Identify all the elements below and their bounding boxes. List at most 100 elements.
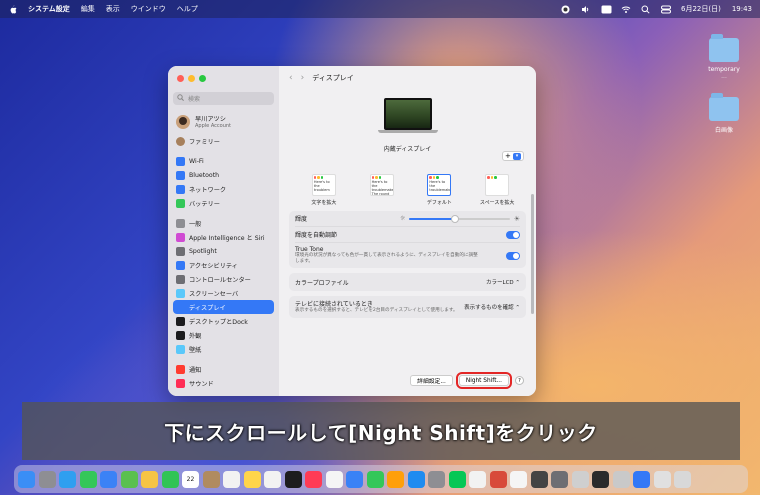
- menu-time[interactable]: 19:43: [732, 5, 752, 13]
- sidebar-item-label: Wi-Fi: [189, 157, 204, 165]
- contacts-icon[interactable]: [202, 470, 220, 488]
- app-c-icon[interactable]: [510, 470, 527, 488]
- sidebar-item[interactable]: アクセシビリティ: [173, 258, 274, 272]
- sidebar-item[interactable]: Bluetooth: [173, 168, 274, 182]
- app-g-icon[interactable]: [592, 470, 609, 488]
- app-i-icon[interactable]: [633, 470, 650, 488]
- close-button[interactable]: [177, 75, 184, 82]
- maps-icon[interactable]: [120, 470, 138, 488]
- menu-view[interactable]: 表示: [106, 4, 120, 14]
- resolution-option[interactable]: Here's to the troublemakers. The round p…: [357, 174, 407, 206]
- line-icon[interactable]: [448, 470, 466, 488]
- sidebar-item[interactable]: コントロールセンター: [173, 272, 274, 286]
- sidebar-item-label: バッテリー: [189, 200, 220, 208]
- resolution-thumbnail: Here's to the troublemakers. The round p…: [369, 174, 394, 196]
- music-icon[interactable]: [305, 470, 322, 488]
- sidebar-item[interactable]: Apple Intelligence と Siri: [173, 230, 274, 244]
- help-button[interactable]: ?: [515, 376, 524, 385]
- sidebar-item[interactable]: Wi-Fi: [173, 154, 274, 168]
- freeform-icon[interactable]: [264, 470, 281, 488]
- apple-menu-icon[interactable]: [8, 4, 18, 14]
- app-b-icon[interactable]: [489, 470, 507, 488]
- safari-icon[interactable]: [59, 470, 76, 488]
- app-f-icon[interactable]: [571, 470, 589, 488]
- sidebar-item[interactable]: 一般: [173, 216, 274, 230]
- app-h-icon[interactable]: [612, 470, 630, 488]
- auto-brightness-toggle[interactable]: [506, 230, 520, 239]
- sidebar-item[interactable]: スクリーンセーバ: [173, 286, 274, 300]
- sidebar-item[interactable]: ディスプレイ: [173, 300, 274, 314]
- messages-icon[interactable]: [79, 470, 97, 488]
- add-display-button[interactable]: + ▾: [502, 151, 524, 161]
- true-tone-toggle[interactable]: [506, 251, 520, 260]
- wifi-icon[interactable]: [621, 5, 631, 14]
- mail-icon[interactable]: [100, 470, 117, 488]
- app-e-icon[interactable]: [551, 470, 568, 488]
- photos-icon[interactable]: [141, 470, 158, 488]
- settings-scroll-area[interactable]: Here's to the troublem 文字を拡大 Here's to the…: [279, 170, 536, 396]
- facetime-icon[interactable]: [161, 470, 179, 488]
- tv-popup[interactable]: 表示するものを確認 ⌃: [464, 303, 520, 311]
- desktop-folder-white-image[interactable]: 白画像: [694, 93, 754, 134]
- app-d-icon[interactable]: [530, 470, 548, 488]
- launchpad-icon[interactable]: [38, 470, 56, 488]
- dock: 22: [14, 465, 748, 493]
- sidebar-item-label: ファミリー: [189, 138, 220, 146]
- sidebar-item[interactable]: バッテリー: [173, 196, 274, 210]
- back-chevron-icon[interactable]: ‹: [289, 73, 293, 83]
- trash-icon[interactable]: [674, 470, 691, 488]
- resolution-option[interactable]: スペースを拡大: [472, 174, 522, 206]
- app-store-icon[interactable]: [407, 470, 425, 488]
- spotlight-icon[interactable]: [641, 5, 650, 14]
- forward-chevron-icon[interactable]: ›: [301, 73, 305, 83]
- news-icon[interactable]: [325, 470, 343, 488]
- notes-icon[interactable]: [243, 470, 261, 488]
- sidebar-item[interactable]: ネットワーク: [173, 182, 274, 196]
- menu-help[interactable]: ヘルプ: [177, 4, 198, 14]
- display-icon[interactable]: [601, 5, 612, 14]
- reminders-icon[interactable]: [223, 470, 240, 488]
- menu-app-name[interactable]: システム設定: [28, 4, 70, 14]
- folder-icon: [709, 93, 739, 121]
- menu-edit[interactable]: 編集: [81, 4, 95, 14]
- sidebar-item[interactable]: 壁紙: [173, 342, 274, 356]
- menu-window[interactable]: ウインドウ: [131, 4, 166, 14]
- sidebar-item[interactable]: デスクトップとDock: [173, 314, 274, 328]
- night-shift-button[interactable]: Night Shift...: [455, 372, 513, 389]
- menu-date[interactable]: 6月22日(日): [681, 4, 721, 14]
- sidebar-item-icon: [176, 378, 185, 388]
- sidebar-item-family[interactable]: ファミリー: [173, 134, 274, 148]
- pages-icon[interactable]: [387, 470, 404, 488]
- laptop-icon[interactable]: [377, 98, 438, 136]
- sidebar-item[interactable]: 外観: [173, 328, 274, 342]
- resolution-option[interactable]: Here's to the troublem 文字を拡大: [299, 174, 349, 206]
- zoom-button[interactable]: [199, 75, 206, 82]
- app-a-icon[interactable]: [469, 470, 486, 488]
- minimize-button[interactable]: [188, 75, 195, 82]
- volume-icon[interactable]: [581, 5, 590, 14]
- sidebar-item[interactable]: サウンド: [173, 376, 274, 390]
- system-settings-window: 検索 早川アツシ Apple Account ファミリー Wi-Fi Blueto…: [168, 66, 536, 396]
- menu-bar: システム設定 編集 表示 ウインドウ ヘルプ 6月22日(日) 19:43: [0, 0, 760, 18]
- finder-icon[interactable]: [18, 470, 35, 488]
- chevron-updown-icon: ⌃: [515, 280, 520, 287]
- resolution-option[interactable]: Here's to the troublemakers デフォルト: [414, 174, 464, 206]
- resolution-options: Here's to the troublem 文字を拡大 Here's to the…: [289, 170, 526, 206]
- numbers-icon[interactable]: [366, 470, 384, 488]
- desktop-folder-temporary[interactable]: temporary ...: [694, 34, 754, 80]
- sidebar-item[interactable]: Spotlight: [173, 244, 274, 258]
- control-center-icon[interactable]: [660, 5, 671, 14]
- scrollbar[interactable]: [531, 194, 534, 314]
- brightness-slider[interactable]: ☼ ☀: [400, 214, 520, 223]
- search-field[interactable]: 検索: [173, 92, 274, 105]
- system-settings-icon[interactable]: [428, 470, 445, 488]
- record-icon[interactable]: [561, 5, 570, 14]
- keynote-icon[interactable]: [346, 470, 363, 488]
- color-profile-popup[interactable]: カラーLCD ⌃: [486, 278, 520, 286]
- calendar-icon[interactable]: 22: [182, 470, 199, 488]
- advanced-settings-button[interactable]: 詳細設定...: [410, 375, 453, 386]
- sidebar-account[interactable]: 早川アツシ Apple Account: [173, 112, 274, 131]
- sidebar-item[interactable]: 通知: [173, 362, 274, 376]
- app-j-icon[interactable]: [653, 470, 671, 488]
- tv-icon[interactable]: [284, 470, 302, 488]
